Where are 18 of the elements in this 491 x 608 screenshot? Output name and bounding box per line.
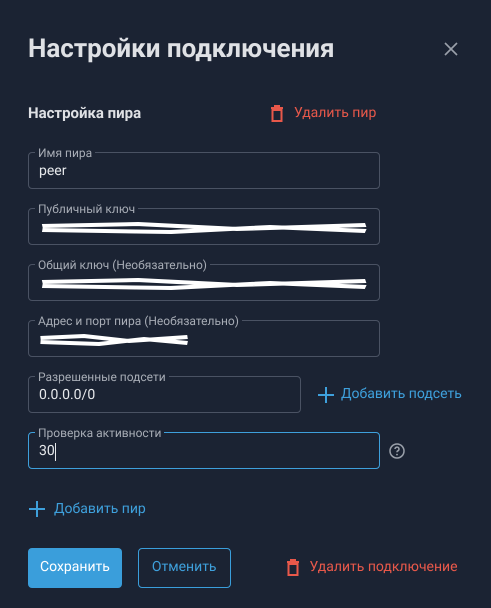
input-field[interactable]: Имя пира peer: [28, 146, 380, 188]
input-field[interactable]: Разрешенные подсети 0.0.0.0/0: [28, 370, 301, 412]
plus-icon: [317, 386, 335, 404]
add-peer-button[interactable]: Добавить пир: [28, 498, 146, 520]
input-field[interactable]: Проверка активности 30: [28, 426, 380, 468]
delete-connection-button[interactable]: Удалить подключение: [286, 557, 458, 578]
help-icon[interactable]: [389, 442, 405, 458]
plus-icon: [28, 500, 46, 518]
input-field[interactable]: Адрес и порт пира (Необязательно): [28, 314, 380, 356]
add-subnet-button[interactable]: Добавить подсеть: [317, 384, 462, 405]
trash-icon: [286, 559, 300, 576]
input-field[interactable]: Общий ключ (Необязательно): [28, 258, 380, 300]
trash-icon: [270, 104, 284, 122]
input-field[interactable]: Публичный ключ: [28, 202, 380, 244]
section-heading: Настройка пира: [28, 103, 142, 124]
dialog-title: Настройки подключения: [28, 36, 335, 62]
delete-peer-button[interactable]: Удалить пир: [270, 102, 376, 124]
cancel-button[interactable]: Отменить: [138, 548, 231, 588]
